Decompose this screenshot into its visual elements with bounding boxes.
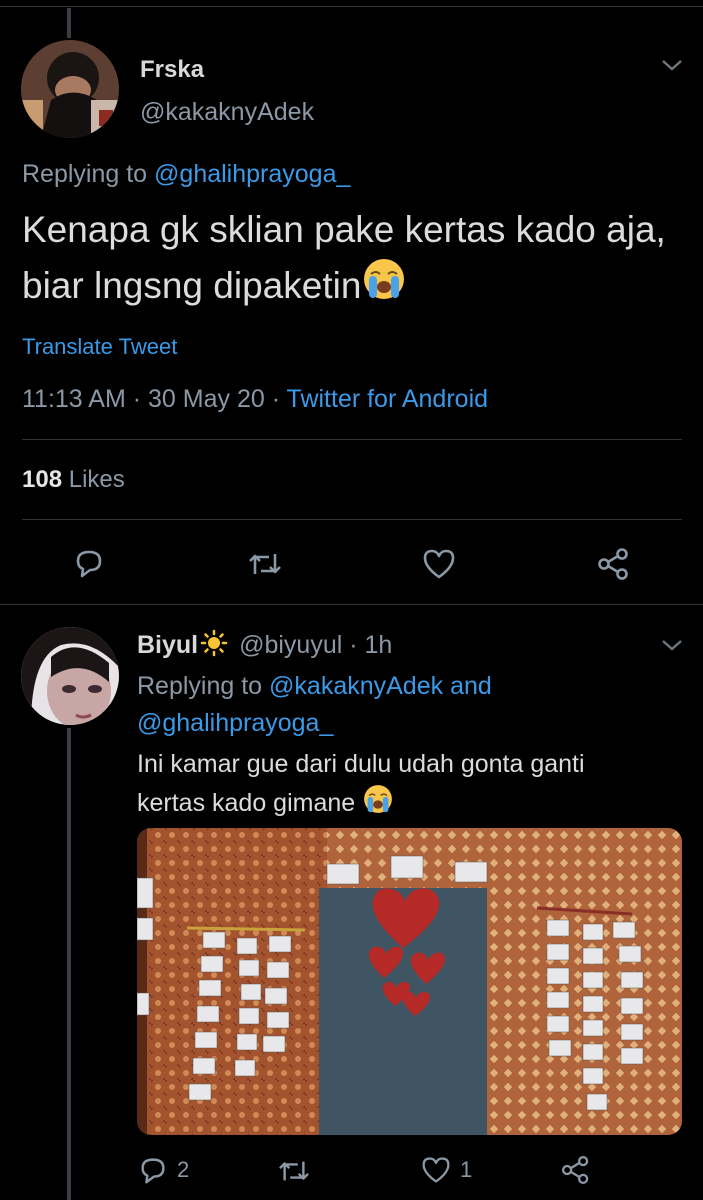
reply-avatar[interactable] bbox=[21, 627, 119, 725]
chevron-down-icon[interactable] bbox=[660, 56, 684, 79]
replying-prefix: Replying to bbox=[22, 160, 148, 188]
reply-reply-button[interactable]: 2 bbox=[137, 1154, 189, 1186]
top-divider bbox=[0, 6, 703, 7]
like-count: 1 bbox=[460, 1157, 473, 1182]
reply-header: Biyul @biyuyul · 1h bbox=[137, 629, 392, 664]
likes-label: Likes bbox=[68, 466, 125, 493]
crying-face-icon bbox=[361, 256, 407, 316]
tweet-text: Kenapa gk sklian pake kertas kado aja, b… bbox=[22, 204, 692, 316]
reply-icon bbox=[141, 1158, 165, 1184]
crying-face-icon bbox=[362, 783, 394, 826]
handle[interactable]: @kakaknyAdek bbox=[140, 98, 314, 127]
meta-separator: · bbox=[349, 631, 358, 659]
avatar-image bbox=[21, 40, 119, 138]
share-icon bbox=[598, 548, 628, 580]
mention-and: and bbox=[450, 672, 492, 700]
mention-link[interactable]: @ghalihprayoga_ bbox=[154, 160, 350, 188]
client-link[interactable]: Twitter for Android bbox=[287, 385, 488, 413]
share-button[interactable] bbox=[596, 546, 632, 587]
reply-time: 1h bbox=[364, 631, 393, 659]
retweet-button[interactable] bbox=[246, 548, 284, 585]
tweet-text-content: Kenapa gk sklian pake kertas kado aja, b… bbox=[22, 209, 666, 306]
mention-link[interactable]: @ghalihprayoga_ bbox=[137, 709, 333, 737]
retweet-icon bbox=[249, 554, 281, 574]
tweet-meta: 11:13 AM · 30 May 20 · Twitter for Andro… bbox=[22, 385, 488, 414]
avatar[interactable] bbox=[21, 40, 119, 138]
reply-share-button[interactable] bbox=[560, 1154, 592, 1191]
display-name[interactable]: Frska bbox=[140, 56, 204, 84]
mention-link[interactable]: @kakaknyAdek bbox=[269, 672, 443, 700]
tweet-date: 30 May 20 bbox=[148, 385, 265, 413]
reply-button[interactable] bbox=[72, 546, 106, 585]
share-icon bbox=[561, 1155, 589, 1185]
replying-prefix: Replying to bbox=[137, 672, 263, 700]
chevron-down-icon[interactable] bbox=[660, 636, 684, 659]
reply-text-line1: Ini kamar gue dari dulu udah gonta ganti bbox=[137, 750, 585, 778]
divider bbox=[22, 519, 682, 520]
heart-icon bbox=[423, 549, 455, 579]
likes-stat[interactable]: 108 Likes bbox=[22, 466, 125, 494]
tweet-photo[interactable] bbox=[137, 828, 682, 1135]
meta-separator: · bbox=[271, 385, 281, 413]
sun-icon bbox=[200, 629, 228, 664]
reply-text: Ini kamar gue dari dulu udah gonta ganti… bbox=[137, 745, 677, 826]
heart-icon bbox=[422, 1157, 450, 1183]
like-button[interactable] bbox=[421, 547, 457, 586]
reply-text-line2: kertas kado gimane bbox=[137, 789, 356, 817]
thread-line bbox=[67, 8, 71, 38]
thread-line bbox=[67, 728, 71, 1200]
reply-replying-to: Replying to @kakaknyAdek and @ghalihpray… bbox=[137, 668, 677, 742]
room-wall-image bbox=[137, 828, 682, 1135]
retweet-icon bbox=[279, 1161, 309, 1181]
translate-tweet-link[interactable]: Translate Tweet bbox=[22, 334, 177, 360]
replying-to: Replying to @ghalihprayoga_ bbox=[22, 160, 350, 189]
reply-icon bbox=[76, 550, 102, 578]
meta-separator: · bbox=[132, 385, 142, 413]
reply-count: 2 bbox=[177, 1157, 190, 1182]
divider bbox=[22, 439, 682, 440]
reply-like-button[interactable]: 1 bbox=[420, 1155, 472, 1185]
avatar-image bbox=[21, 627, 119, 725]
tweet-time: 11:13 AM bbox=[22, 385, 126, 413]
reply-retweet-button[interactable] bbox=[276, 1156, 312, 1191]
reply-handle[interactable]: @biyuyul bbox=[239, 631, 342, 659]
likes-count: 108 bbox=[22, 466, 63, 493]
reply-display-name[interactable]: Biyul bbox=[137, 631, 198, 659]
divider bbox=[0, 604, 703, 605]
